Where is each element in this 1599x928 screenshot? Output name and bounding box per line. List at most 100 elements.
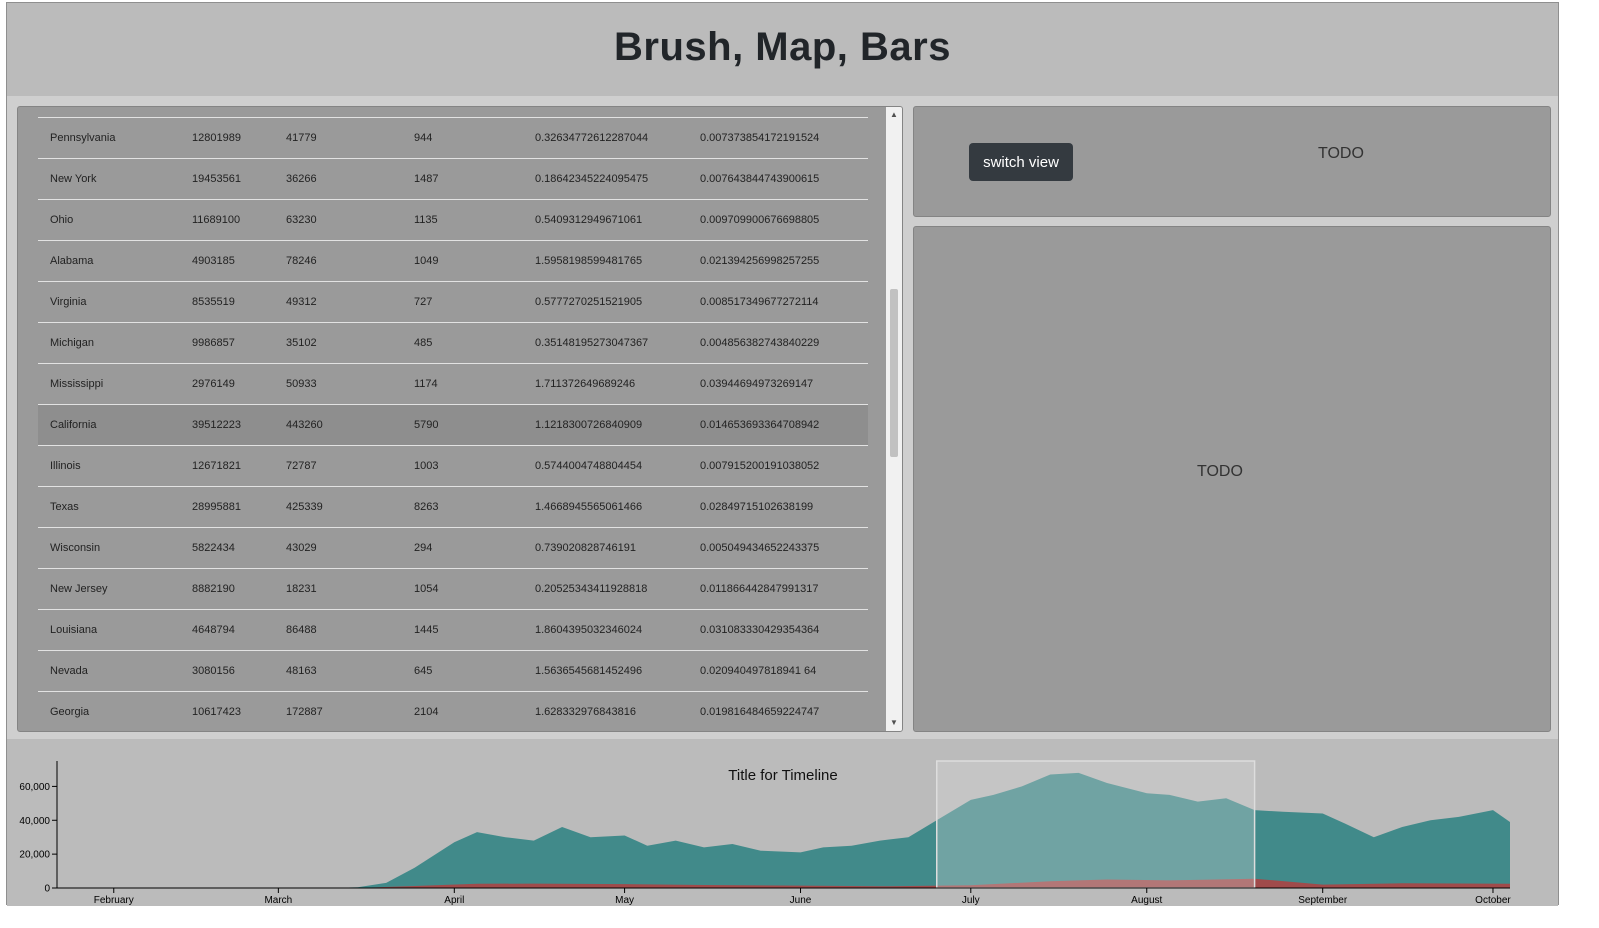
scroll-up-arrow-icon[interactable]: ▲	[886, 107, 902, 123]
table-cell-rate1: 0.35148195273047367	[535, 337, 649, 349]
page-header: Brush, Map, Bars	[7, 3, 1558, 96]
timeline-title: Title for Timeline	[728, 767, 837, 784]
table-cell-rate2: 0.008517349677272114	[700, 296, 819, 308]
table-cell-cases: 443260	[286, 419, 323, 431]
x-tick-label: March	[264, 895, 292, 906]
table-cell-deaths: 294	[414, 542, 433, 554]
table-cell-cases: 50933	[286, 378, 317, 390]
table-cell-population: 2976149	[192, 378, 235, 390]
table-cell-population: 12801989	[192, 132, 241, 144]
table-cell-cases: 86488	[286, 624, 317, 636]
table-cell-state: Alabama	[50, 255, 94, 267]
scroll-down-arrow-icon[interactable]: ▼	[886, 715, 902, 731]
x-tick-label: August	[1131, 895, 1162, 906]
table-cell-state: Louisiana	[50, 624, 98, 636]
table-row[interactable]: New York 19453561 36266 1487 0.1864234522409…	[38, 158, 868, 199]
y-tick-label: 60,000	[19, 782, 50, 793]
timeline-chart[interactable]: Title for Timeline 0 20,000 40,000 60,000 Feb…	[7, 739, 1560, 906]
state-table-panel[interactable]: Pennsylvania 12801989 41779 944 0.3263477261…	[17, 106, 903, 732]
table-cell-rate2: 0.007915200191038052	[700, 460, 820, 472]
table-cell-cases: 72787	[286, 460, 317, 472]
table-cell-state: Michigan	[50, 337, 95, 349]
x-tick-label: February	[94, 895, 134, 906]
table-cell-rate1: 0.18642345224095475	[535, 173, 649, 185]
table-row[interactable]: Texas 28995881 425339 8263 1.466894556506146…	[38, 486, 868, 527]
table-row[interactable]: Virginia 8535519 49312 727 0.577727025152190…	[38, 281, 868, 322]
x-tick-label: July	[962, 895, 980, 906]
table-cell-rate2: 0.011866442847991317	[700, 583, 819, 595]
table-cell-rate1: 1.628332976843816	[535, 706, 636, 718]
table-row[interactable]: Nevada 3080156 48163 645 1.5636545681452496 0…	[38, 650, 868, 691]
table-row[interactable]: Mississippi 2976149 50933 1174 1.71137264968…	[38, 363, 868, 404]
todo-text: TODO	[1318, 145, 1364, 162]
table-cell-deaths: 1003	[414, 460, 439, 472]
table-cell-rate2: 0.021394256998257255	[700, 255, 820, 267]
table-cell-rate1: 0.5777270251521905	[535, 296, 643, 308]
table-scrollbar[interactable]: ▲ ▼	[886, 107, 902, 731]
table-row[interactable]: Alabama 4903185 78246 1049 1.595819859948176…	[38, 240, 868, 281]
table-cell-population: 5822434	[192, 542, 235, 554]
todo-placeholder: TODO	[1197, 463, 1243, 480]
table-cell-cases: 78246	[286, 255, 317, 267]
table-cell-cases: 36266	[286, 173, 317, 185]
table-cell-rate1: 0.20525343411928818	[535, 583, 648, 595]
table-cell-rate1: 0.5409312949671061	[535, 214, 643, 226]
switch-view-button[interactable]: switch view	[969, 143, 1073, 181]
table-row[interactable]: Michigan 9986857 35102 485 0.351481952730473…	[38, 322, 868, 363]
table-cell-population: 28995881	[192, 501, 241, 513]
table-cell-rate2: 0.014653693364708942	[700, 419, 820, 431]
table-cell-population: 8535519	[192, 296, 235, 308]
table-cell-deaths: 727	[414, 296, 433, 308]
table-cell-population: 39512223	[192, 419, 241, 431]
view-control-panel: switch view TODO	[913, 106, 1551, 217]
table-cell-rate2: 0.020940497818941 64	[700, 665, 817, 677]
x-tick-label: September	[1298, 895, 1348, 906]
y-tick-label: 40,000	[19, 816, 50, 827]
table-cell-cases: 63230	[286, 214, 317, 226]
table-cell-rate1: 1.8604395032346024	[535, 624, 643, 636]
table-cell-cases: 48163	[286, 665, 317, 677]
table-cell-deaths: 1135	[414, 214, 438, 226]
table-cell-rate1: 0.32634772612287044	[535, 132, 649, 144]
table-cell-rate2: 0.019816484659224747	[700, 706, 820, 718]
app-frame: Brush, Map, Bars Pennsylvania 12801989 417…	[6, 2, 1560, 906]
scrollbar-thumb[interactable]	[890, 289, 898, 457]
table-cell-cases: 41779	[286, 132, 317, 144]
state-table: Pennsylvania 12801989 41779 944 0.3263477261…	[38, 117, 868, 731]
table-cell-cases: 35102	[286, 337, 317, 349]
table-cell-population: 8882190	[192, 583, 235, 595]
table-cell-cases: 425339	[286, 501, 323, 513]
table-cell-cases: 18231	[286, 583, 317, 595]
table-row[interactable]: Ohio 11689100 63230 1135 0.5409312949671061 0…	[38, 199, 868, 240]
table-cell-rate2: 0.004856382743840229	[700, 337, 820, 349]
table-cell-rate2: 0.007643844743900615	[700, 173, 820, 185]
y-tick-label: 0	[44, 884, 50, 895]
table-row[interactable]: Wisconsin 5822434 43029 294 0.73902082874619…	[38, 527, 868, 568]
table-cell-cases: 43029	[286, 542, 317, 554]
table-cell-deaths: 645	[414, 665, 433, 677]
table-cell-state: California	[50, 419, 97, 431]
table-cell-rate1: 1.4668945565061466	[535, 501, 643, 513]
timeline-brush[interactable]	[935, 760, 1256, 889]
table-cell-deaths: 1049	[414, 255, 439, 267]
x-tick-label: May	[615, 895, 634, 906]
table-row[interactable]: Georgia 10617423 172887 2104 1.6283329768438…	[38, 691, 868, 731]
table-row[interactable]: New Jersey 8882190 18231 1054 0.205253434119…	[38, 568, 868, 609]
table-row[interactable]: Pennsylvania 12801989 41779 944 0.3263477261…	[38, 117, 868, 158]
table-cell-state: Nevada	[50, 665, 88, 677]
table-row[interactable]: Illinois 12671821 72787 1003 0.5744004748804…	[38, 445, 868, 486]
table-row[interactable]: Louisiana 4648794 86488 1445 1.8604395032346…	[38, 609, 868, 650]
table-cell-state: Virginia	[50, 296, 87, 308]
table-cell-deaths: 1174	[414, 378, 438, 390]
table-cell-rate1: 1.711372649689246	[535, 378, 636, 390]
table-cell-population: 3080156	[192, 665, 235, 677]
x-tick-label: October	[1475, 895, 1511, 906]
table-cell-deaths: 485	[414, 337, 433, 349]
table-cell-deaths: 1054	[414, 583, 439, 595]
table-cell-rate2: 0.031083330429354364	[700, 624, 820, 636]
table-row[interactable]: California 39512223 443260 5790 1.1218300726…	[38, 404, 868, 445]
table-cell-deaths: 5790	[414, 419, 439, 431]
table-cell-state: New Jersey	[50, 583, 108, 595]
table-cell-rate2: 0.02849715102638199	[700, 501, 814, 513]
table-cell-rate2: 0.009709900676698805	[700, 214, 820, 226]
